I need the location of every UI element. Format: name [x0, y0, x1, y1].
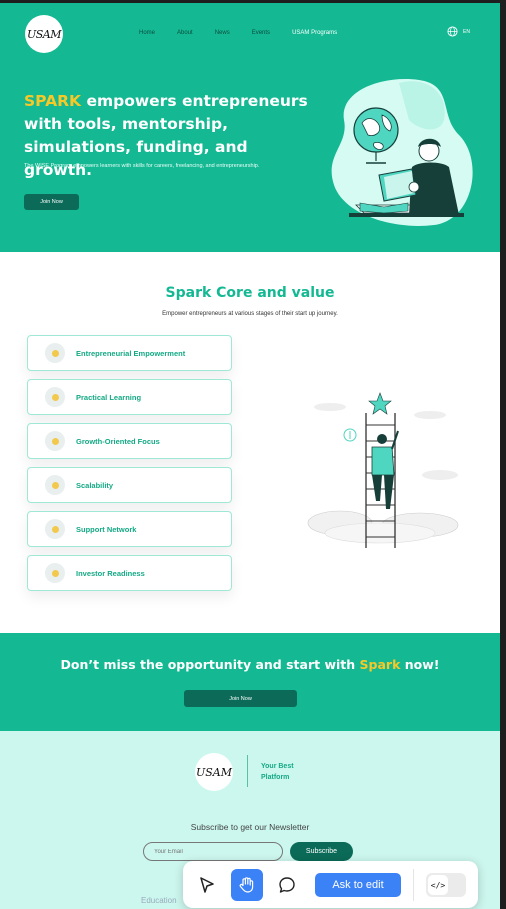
- value-card-entrepreneurial-empowerment[interactable]: Entrepreneurial Empowerment: [27, 335, 232, 371]
- footer-logo-text: USAM: [195, 765, 232, 779]
- footer-divider: [247, 755, 248, 787]
- nav-about[interactable]: About: [177, 30, 193, 36]
- toolbar-separator: [413, 869, 414, 901]
- nav-news[interactable]: News: [215, 30, 230, 36]
- usam-logo[interactable]: USAM: [25, 15, 63, 53]
- footer-tagline: Your Best Platform: [261, 761, 321, 783]
- select-tool-button[interactable]: [191, 869, 223, 901]
- value-card-practical-learning[interactable]: Practical Learning: [27, 379, 232, 415]
- value-card-investor-readiness[interactable]: Investor Readiness: [27, 555, 232, 591]
- value-label: Scalability: [76, 480, 114, 490]
- footer-tagline-line2: Platform: [261, 774, 290, 781]
- page-frame: USAM Home About News Events USAM Program…: [0, 3, 500, 909]
- footer-tagline-line1: Your Best: [261, 763, 294, 770]
- cta-title-before: Don’t miss the opportunity and start wit…: [60, 657, 360, 672]
- hand-tool-button[interactable]: [231, 869, 263, 901]
- core-subtitle: Empower entrepreneurs at various stages …: [162, 311, 338, 317]
- scale-icon: [45, 475, 65, 495]
- value-card-scalability[interactable]: Scalability: [27, 467, 232, 503]
- reading-person-illustration: [331, 79, 473, 226]
- nav-home[interactable]: Home: [139, 30, 155, 36]
- globe-icon: [447, 26, 458, 37]
- footer-logo[interactable]: USAM: [195, 753, 233, 791]
- value-card-growth-oriented-focus[interactable]: Growth-Oriented Focus: [27, 423, 232, 459]
- cta-title: Don’t miss the opportunity and start wit…: [0, 657, 500, 672]
- hero-title-accent: SPARK: [24, 92, 82, 110]
- value-card-support-network[interactable]: Support Network: [27, 511, 232, 547]
- ask-to-edit-button[interactable]: Ask to edit: [315, 873, 401, 897]
- ladder-climber-illustration: [307, 392, 459, 548]
- hero-subtitle: The WISE Program empowers learners with …: [24, 163, 260, 169]
- code-icon: </>: [428, 875, 448, 895]
- cta-section: Don’t miss the opportunity and start wit…: [0, 633, 500, 731]
- footer-bottom-text: Education: [141, 896, 177, 905]
- hero-join-button[interactable]: Join Now: [24, 194, 79, 210]
- nav-events[interactable]: Events: [252, 30, 270, 36]
- nav-usam-programs[interactable]: USAM Programs: [292, 30, 337, 36]
- editor-toolbar: Ask to edit </>: [183, 861, 478, 908]
- subscribe-button[interactable]: Subscribe: [290, 842, 353, 861]
- email-field[interactable]: [143, 842, 283, 861]
- value-label: Investor Readiness: [76, 568, 145, 578]
- comment-bubble-icon: [279, 877, 295, 893]
- cta-title-after: now!: [400, 657, 440, 672]
- hero-section: USAM Home About News Events USAM Program…: [0, 3, 500, 252]
- hand-icon: [239, 877, 254, 893]
- value-label: Support Network: [76, 524, 137, 534]
- window-edge: [500, 0, 506, 909]
- language-label: EN: [463, 28, 470, 35]
- logo-text: USAM: [26, 27, 62, 41]
- hand-icon: [45, 387, 65, 407]
- cursor-arrow-icon: [200, 877, 214, 893]
- code-view-toggle[interactable]: </>: [426, 873, 466, 897]
- investor-icon: [45, 563, 65, 583]
- network-icon: [45, 519, 65, 539]
- comment-tool-button[interactable]: [271, 869, 303, 901]
- main-nav: Home About News Events USAM Programs: [139, 30, 359, 36]
- cta-join-button[interactable]: Join Now: [184, 690, 297, 707]
- growth-chart-icon: [45, 431, 65, 451]
- value-label: Practical Learning: [76, 392, 142, 402]
- core-values-list: Entrepreneurial Empowerment Practical Le…: [27, 335, 232, 599]
- newsletter-title: Subscribe to get our Newsletter: [190, 822, 310, 832]
- value-label: Entrepreneurial Empowerment: [76, 348, 186, 358]
- value-label: Growth-Oriented Focus: [76, 436, 160, 446]
- lightbulb-icon: [45, 343, 65, 363]
- cta-title-accent: Spark: [359, 657, 401, 672]
- core-title: Spark Core and value: [165, 285, 335, 301]
- language-selector[interactable]: EN: [447, 26, 470, 37]
